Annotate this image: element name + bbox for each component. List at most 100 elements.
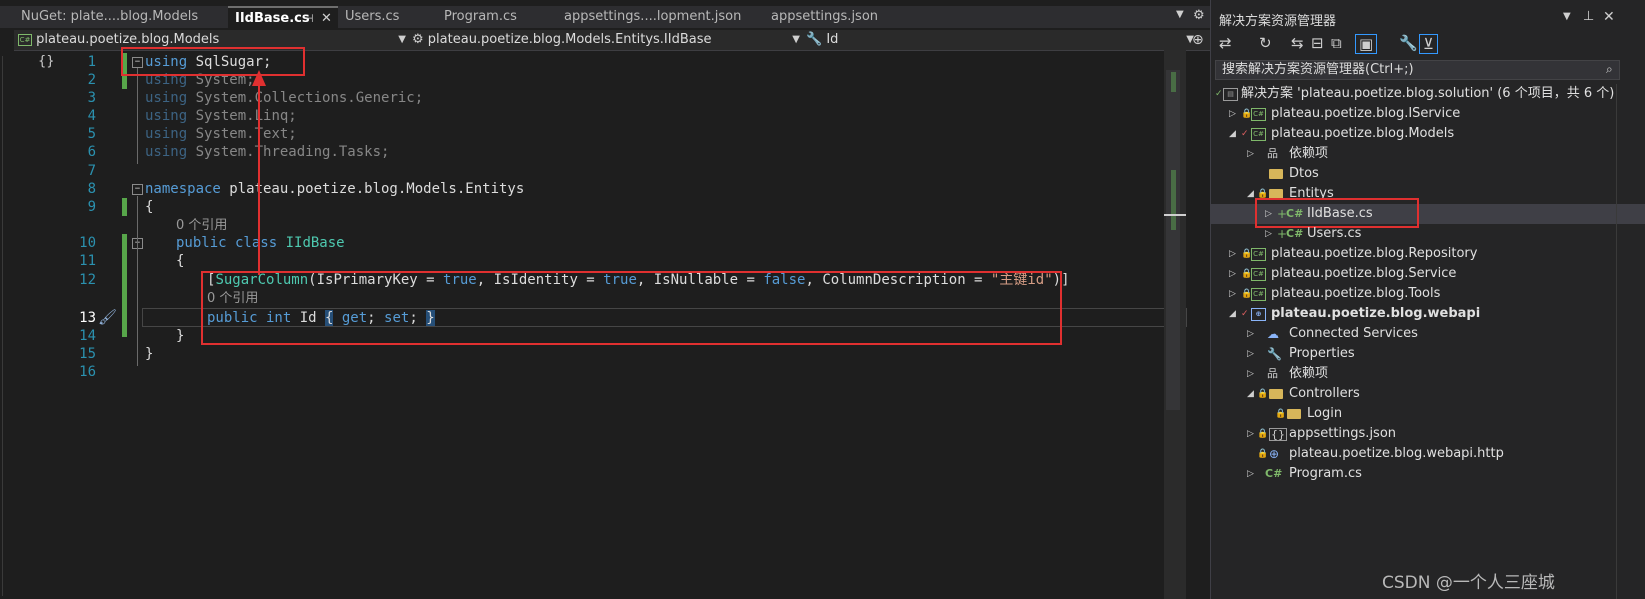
tab-label: appsettings....lopment.json [564, 9, 742, 24]
tab-appsettings-development[interactable]: appsettings....lopment.json [557, 6, 757, 28]
tree-item-file-appsettings[interactable]: ▷ 🔒 {} appsettings.json [1211, 424, 1645, 444]
expand-arrow-icon[interactable]: ▷ [1229, 104, 1236, 124]
close-icon[interactable]: ✕ [1603, 9, 1615, 25]
code-editor-pane[interactable]: NuGet: plate....blog.Models IIdBase.cs ⊣… [0, 0, 1210, 599]
expand-arrow-icon[interactable]: ▷ [1247, 144, 1254, 164]
collapse-all-icon[interactable]: ⊟ [1311, 34, 1324, 52]
collapse-arrow-icon[interactable]: ◢ [1229, 304, 1236, 324]
show-all-files-icon[interactable]: ⧉ [1331, 34, 1342, 52]
tree-item-project-service[interactable]: ▷ 🔒 C# plateau.poetize.blog.Service [1211, 264, 1645, 284]
line-number: 7 [87, 163, 96, 179]
document-tab-bar: NuGet: plate....blog.Models IIdBase.cs ⊣… [0, 6, 1210, 28]
back-forward-icon[interactable]: ⇆ [1291, 34, 1304, 52]
tree-item-label: 依赖项 [1289, 146, 1329, 161]
status-check-icon: ✓ [1241, 129, 1249, 139]
sync-icon[interactable]: ⇄ [1219, 34, 1232, 52]
vertical-scrollbar[interactable] [1164, 50, 1186, 599]
tree-item-label: plateau.poetize.blog.webapi.http [1289, 446, 1504, 461]
editor-left-margin [2, 56, 9, 596]
tree-item-file-program[interactable]: ▷ C# Program.cs [1211, 464, 1645, 484]
tree-item-label: Connected Services [1289, 326, 1418, 341]
code-line-14[interactable]: } [176, 327, 184, 345]
scrollbar-thumb[interactable] [1166, 70, 1180, 410]
code-text: System.Collections.Generic; [187, 90, 424, 106]
properties-wrench-icon[interactable]: 🔧 [1399, 34, 1418, 52]
lock-icon: 🔒 [1257, 429, 1269, 439]
preview-mode-icon[interactable]: ⊻ [1419, 34, 1438, 54]
expand-arrow-icon[interactable]: ▷ [1265, 224, 1272, 244]
tree-item-project-repository[interactable]: ▷ 🔒 C# plateau.poetize.blog.Repository [1211, 244, 1645, 264]
expand-arrow-icon[interactable]: ▷ [1247, 344, 1254, 364]
tab-label: IIdBase.cs [235, 11, 310, 26]
wrench-icon: 🔧 [806, 32, 823, 47]
expand-arrow-icon[interactable]: ▷ [1247, 324, 1254, 344]
tab-overflow-dropdown-icon[interactable]: ▼ [1176, 9, 1184, 20]
line-number: 3 [87, 90, 96, 106]
close-icon[interactable]: ✕ [321, 8, 332, 28]
tree-item-dependencies-webapi[interactable]: ▷ 品 依赖项 [1211, 364, 1645, 384]
tree-item-properties[interactable]: ▷ 🔧 Properties [1211, 344, 1645, 364]
collapse-arrow-icon[interactable]: ◢ [1229, 124, 1236, 144]
tree-item-project-models[interactable]: ◢ ✓ C# plateau.poetize.blog.Models [1211, 124, 1645, 144]
tree-item-project-iservice[interactable]: ▷ 🔒 C# plateau.poetize.blog.IService [1211, 104, 1645, 124]
expand-arrow-icon[interactable]: ▷ [1229, 284, 1236, 304]
search-icon[interactable]: ⌕ [1606, 62, 1613, 77]
code-line-11[interactable]: { [176, 252, 184, 270]
chevron-down-icon: ▼ [398, 34, 406, 45]
quick-actions-brush-icon[interactable]: 🖌 [98, 308, 117, 326]
lock-icon: 🔒 [1257, 449, 1269, 459]
collapse-arrow-icon[interactable]: ◢ [1247, 184, 1254, 204]
tree-item-file-webapi-http[interactable]: 🔒 ⊕ plateau.poetize.blog.webapi.http [1211, 444, 1645, 464]
project-dropdown-label: plateau.poetize.blog.Models [36, 32, 220, 47]
member-dropdown[interactable]: 🔧 Id ▼ [806, 30, 1194, 50]
tab-iidbase-cs[interactable]: IIdBase.cs ⊣ ✕ [228, 6, 338, 28]
tab-users-cs[interactable]: Users.cs [338, 6, 434, 28]
code-text: { [176, 253, 185, 269]
tree-item-project-tools[interactable]: ▷ 🔒 C# plateau.poetize.blog.Tools [1211, 284, 1645, 304]
code-line-15[interactable]: } [145, 345, 153, 363]
pin-icon[interactable]: ⊥ [1583, 9, 1594, 24]
code-type: IIdBase [277, 235, 345, 251]
collapse-region-icon[interactable]: − [132, 184, 143, 195]
fold-guide-line [137, 196, 138, 366]
history-icon[interactable]: ↻ [1259, 34, 1272, 52]
line-number: 14 [79, 328, 96, 344]
tree-item-solution[interactable]: ✓ ▤ 解决方案 'plateau.poetize.blog.solution'… [1211, 84, 1645, 104]
panel-menu-icon[interactable]: ▼ [1563, 11, 1571, 22]
pin-icon[interactable]: ⊣ [304, 8, 314, 28]
tree-item-folder-login[interactable]: 🔒 Login [1211, 404, 1645, 424]
tree-item-connected-services[interactable]: ▷ ☁ Connected Services [1211, 324, 1645, 344]
collapse-arrow-icon[interactable]: ◢ [1247, 384, 1254, 404]
tree-item-dependencies[interactable]: ▷ 品 依赖项 [1211, 144, 1645, 164]
expand-arrow-icon[interactable]: ▷ [1229, 264, 1236, 284]
expand-arrow-icon[interactable]: ▷ [1247, 464, 1254, 484]
tab-appsettings-json[interactable]: appsettings.json [764, 6, 914, 28]
expand-arrow-icon[interactable]: ▷ [1247, 364, 1254, 384]
expand-arrow-icon[interactable]: ▷ [1229, 244, 1236, 264]
lock-icon: 🔒 [1257, 389, 1269, 399]
tree-item-folder-dtos[interactable]: Dtos [1211, 164, 1645, 184]
csharp-file-icon: C# [1265, 467, 1283, 480]
code-line-5[interactable]: using System.Text; [145, 125, 297, 143]
expand-arrow-icon[interactable]: ▷ [1247, 424, 1254, 444]
code-snippet-icon[interactable]: {} [38, 54, 55, 69]
solution-search-input[interactable]: 搜索解决方案资源管理器(Ctrl+;) [1215, 60, 1620, 80]
split-window-icon[interactable]: ⊕ [1192, 32, 1204, 48]
tree-item-project-webapi[interactable]: ◢ ✓ ⊕ plateau.poetize.blog.webapi [1211, 304, 1645, 324]
code-line-3[interactable]: using System.Collections.Generic; [145, 89, 423, 107]
tab-program-cs[interactable]: Program.cs [437, 6, 547, 28]
codelens-reference-count[interactable]: 0 个引用 [176, 216, 227, 234]
csproj-icon: C# [18, 33, 32, 46]
preview-selected-icon[interactable]: ▣ [1355, 34, 1378, 54]
change-indicator-bar [122, 198, 127, 216]
csharp-file-icon: C# [1286, 227, 1304, 240]
code-line-8[interactable]: namespace plateau.poetize.blog.Models.En… [145, 180, 524, 198]
line-number: 8 [87, 181, 96, 197]
tree-item-file-users[interactable]: ▷ + C# Users.cs [1211, 224, 1645, 244]
settings-gear-icon[interactable]: ⚙ [1193, 8, 1205, 23]
code-line-9[interactable]: { [145, 198, 153, 216]
code-line-4[interactable]: using System.Linq; [145, 107, 297, 125]
type-dropdown[interactable]: ⚙ plateau.poetize.blog.Models.Entitys.II… [412, 30, 800, 50]
tree-item-folder-controllers[interactable]: ◢ 🔒 Controllers [1211, 384, 1645, 404]
tab-nuget-models[interactable]: NuGet: plate....blog.Models [14, 6, 214, 28]
